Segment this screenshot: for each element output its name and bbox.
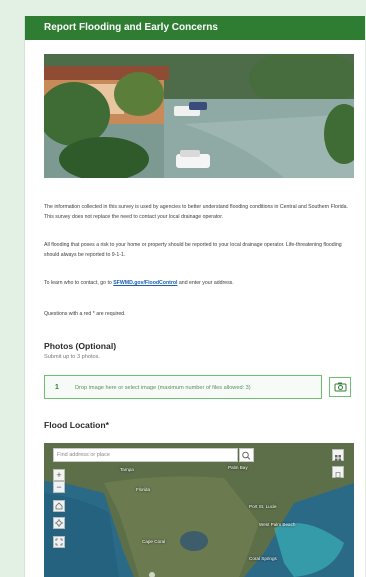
map-label-florida: Florida (136, 487, 151, 492)
location-map[interactable]: Find address or place + − Tampa Palm Bay… (44, 443, 354, 577)
map-label-west-palm-beach: West Palm Beach (259, 522, 296, 527)
home-button[interactable] (53, 500, 65, 512)
required-note: Questions with a red * are required. (44, 311, 126, 317)
dropzone-text: Drop image here or select image (maximum… (75, 385, 251, 391)
map-label-cape-coral: Cape Coral (142, 539, 166, 544)
flood-control-link[interactable]: SFWMD.gov/FloodControl (113, 280, 177, 286)
layers-icon (335, 472, 341, 478)
map-search-input[interactable]: Find address or place (53, 448, 238, 462)
intro-paragraph-1: The information collected in this survey… (44, 204, 348, 220)
intro-paragraph-3: To learn who to contact, go to SFWMD.gov… (44, 279, 354, 289)
form-header: Report Flooding and Early Concerns (25, 16, 365, 40)
basemap-gallery-button[interactable] (332, 449, 344, 461)
map-label-coral-springs: Coral Springs (249, 556, 277, 561)
home-icon (55, 502, 63, 510)
fullscreen-icon (55, 538, 63, 546)
map-label-palm-bay: Palm Bay (228, 465, 248, 470)
basemap-gallery-icon (335, 455, 341, 461)
form-title: Report Flooding and Early Concerns (44, 22, 218, 33)
intro-paragraph-3-suffix: and enter your address. (177, 280, 234, 286)
photos-subtext: Submit up to 3 photos. (44, 354, 100, 360)
map-search-button[interactable] (239, 448, 254, 462)
flood-location-heading: Flood Location* (44, 420, 109, 430)
photos-heading: Photos (Optional) (44, 341, 117, 351)
file-count: 1 (55, 384, 59, 391)
survey-form: Report Flooding and Early Concerns The i… (24, 16, 365, 577)
flood-photo (44, 54, 354, 178)
zoom-out-button[interactable]: − (53, 481, 65, 493)
fullscreen-button[interactable] (53, 536, 65, 548)
intro-paragraph-2: All flooding that poses a risk to your h… (44, 242, 342, 258)
map-label-port-st-lucie: Port St. Lucie (249, 504, 277, 509)
camera-icon (334, 382, 347, 392)
intro-paragraph-3-prefix: To learn who to contact, go to (44, 280, 114, 286)
camera-button[interactable] (329, 377, 351, 397)
search-icon (242, 451, 251, 460)
zoom-in-button[interactable]: + (53, 469, 65, 481)
image-dropzone[interactable]: 1 Drop image here or select image (maxim… (44, 375, 322, 399)
locate-icon (55, 519, 63, 527)
map-label-tampa: Tampa (120, 467, 134, 472)
map-layer-button[interactable] (332, 466, 344, 478)
locate-button[interactable] (53, 517, 65, 529)
